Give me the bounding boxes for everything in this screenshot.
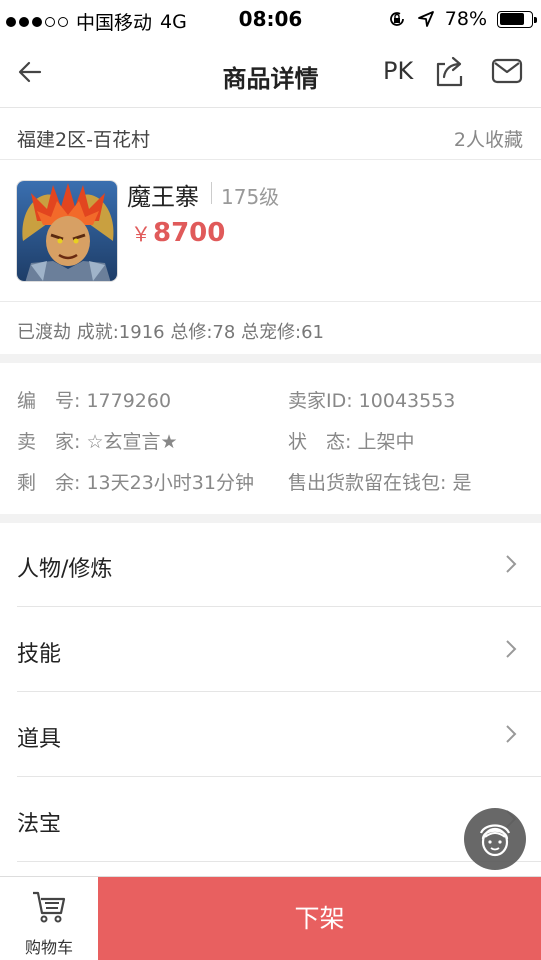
menu-item-label: 人物/修炼 <box>17 557 113 582</box>
customer-service-button[interactable] <box>464 808 526 870</box>
server-name: 福建2区-百花村 <box>17 129 150 151</box>
bottom-action-bar: 购物车 下架 <box>0 876 541 960</box>
mail-icon[interactable] <box>491 57 523 85</box>
chevron-right-icon <box>506 725 517 743</box>
section-divider <box>0 354 541 363</box>
price-value: 8700 <box>153 218 226 248</box>
character-avatar <box>16 180 118 282</box>
chevron-right-icon <box>506 555 517 573</box>
wallet-setting: 售出货款留在钱包: 是 <box>288 472 472 494</box>
server-row: 福建2区-百花村 2人收藏 <box>0 108 541 160</box>
menu-item-character[interactable]: 人物/修炼 <box>17 522 541 607</box>
rotation-lock-icon <box>389 12 404 26</box>
menu-item-label: 道具 <box>17 727 62 752</box>
character-class: 魔王寨 <box>127 183 199 211</box>
nav-bar: 商品详情 PK <box>0 40 541 108</box>
menu-item-items[interactable]: 道具 <box>17 692 541 777</box>
stats-row: 已渡劫 成就:1916 总修:78 总宠修:61 <box>0 302 541 354</box>
remaining-time: 剩 余: 13天23小时31分钟 <box>17 472 254 494</box>
customer-service-icon <box>479 824 511 857</box>
battery-icon <box>497 10 537 28</box>
detail-menu: 人物/修炼 技能 道具 法宝 <box>0 522 541 862</box>
info-grid: 编 号: 1779260 卖家ID: 10043553 卖 家: ☆玄宣言★ 状… <box>0 363 541 514</box>
stats-text: 已渡劫 成就:1916 总修:78 总宠修:61 <box>17 322 324 343</box>
favorites-count: 2人收藏 <box>453 129 523 151</box>
cart-button[interactable]: 购物车 <box>0 877 98 960</box>
take-down-button[interactable]: 下架 <box>98 877 541 960</box>
seller-name: 卖 家: ☆玄宣言★ <box>17 431 178 453</box>
divider <box>211 182 212 204</box>
battery-percent: 78% <box>444 8 487 30</box>
shopping-cart-icon <box>33 891 66 923</box>
menu-item-label: 技能 <box>17 642 62 667</box>
cart-label: 购物车 <box>24 938 73 957</box>
share-icon[interactable] <box>433 54 465 88</box>
currency-symbol: ￥ <box>131 222 151 246</box>
status-bar: 中国移动 4G 08:06 78% <box>0 0 541 40</box>
product-summary: 魔王寨 175级 ￥8700 <box>0 160 541 302</box>
chevron-right-icon <box>506 640 517 658</box>
menu-item-label: 法宝 <box>17 812 62 837</box>
character-level: 175级 <box>221 185 280 209</box>
menu-item-skills[interactable]: 技能 <box>17 607 541 692</box>
seller-id: 卖家ID: 10043553 <box>288 390 456 412</box>
listing-status: 状 态: 上架中 <box>288 431 415 453</box>
menu-item-treasures[interactable]: 法宝 <box>17 777 541 862</box>
price: ￥8700 <box>131 218 225 248</box>
location-arrow-icon <box>417 11 434 27</box>
pk-button[interactable]: PK <box>383 57 413 85</box>
item-number: 编 号: 1779260 <box>17 390 172 412</box>
